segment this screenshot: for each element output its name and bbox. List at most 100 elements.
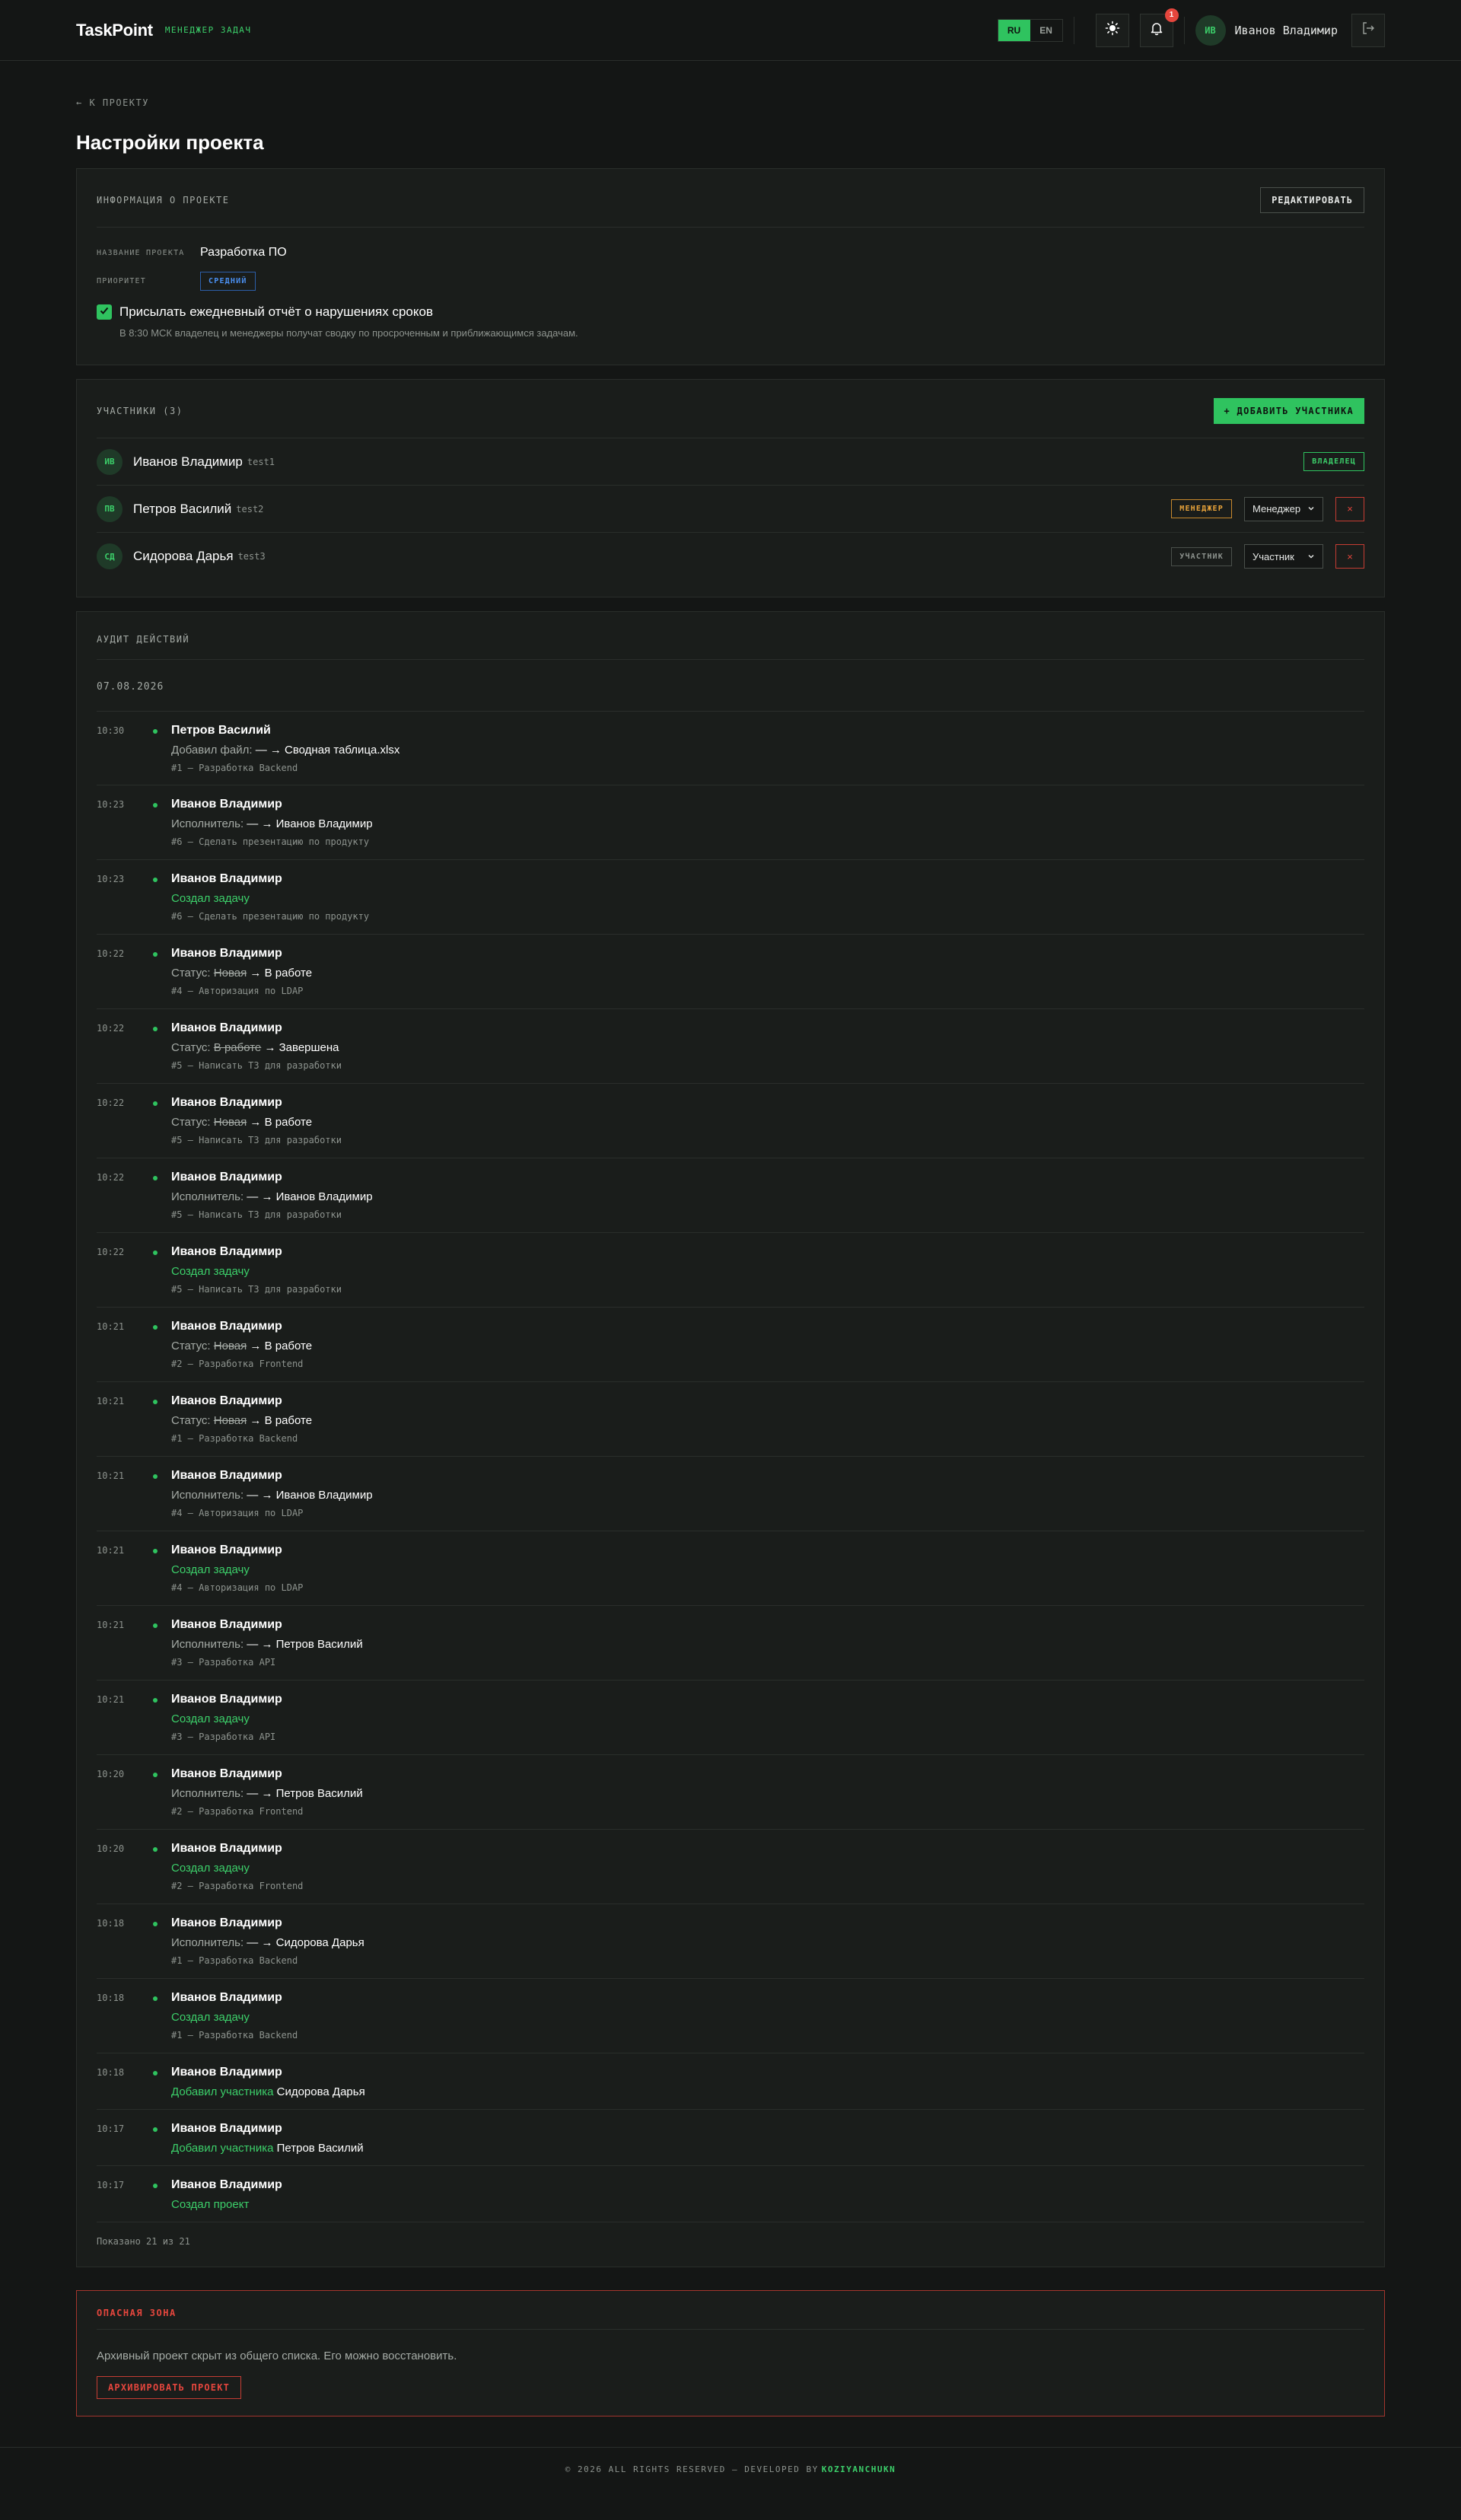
audit-body: Иванов Владимир Создал задачу #5 — Написат… [171,1245,1364,1296]
daily-report-label: Присылать ежедневный отчёт о нарушениях … [119,304,433,319]
audit-description: Создал задачу [171,892,1364,905]
audit-description: Создал проект [171,2198,1364,2211]
audit-entry: 10:22 Иванов Владимир Статус: Новая → В ра… [97,1084,1364,1158]
top-bar: TaskPoint МЕНЕДЖЕР ЗАДАЧ RU EN 1 ИВ Иван… [0,0,1461,61]
audit-target: Петров Василий [276,2142,364,2155]
archive-project-button[interactable]: АРХИВИРОВАТЬ ПРОЕКТ [97,2376,242,2399]
audit-user: Иванов Владимир [171,1693,282,1706]
audit-task-link[interactable]: #1 — Разработка Backend [171,763,1364,773]
audit-entry: 10:21 Иванов Владимир Создал задачу #4 — Ав… [97,1531,1364,1606]
audit-description: Статус: Новая → В работе [171,1340,1364,1352]
member-name: Петров Василий [133,501,232,516]
user-menu[interactable]: ИВ Иванов Владимир [1195,14,1338,46]
audit-new-value: Петров Василий [275,1787,363,1800]
audit-arrow: → [264,1041,276,1054]
audit-new-value: В работе [264,1414,313,1427]
audit-user: Иванов Владимир [171,872,282,885]
audit-entry: 10:30 Петров Василий Добавил файл: — → Сво… [97,711,1364,785]
audit-field: Добавил файл: [171,744,253,757]
audit-user: Иванов Владимир [171,798,282,811]
logo[interactable]: TaskPoint [76,21,153,40]
audit-target: Сидорова Дарья [276,2085,365,2098]
audit-task-link[interactable]: #3 — Разработка API [171,1732,1364,1742]
audit-action: Создал задачу [171,1265,250,1278]
audit-dot [153,1698,158,1703]
audit-user: Иванов Владимир [171,1096,282,1109]
audit-field: Исполнитель: [171,1190,244,1203]
audit-task-link[interactable]: #5 — Написать ТЗ для разработки [171,1135,1364,1145]
audit-action: Создал задачу [171,2011,250,2024]
audit-task-link[interactable]: #2 — Разработка Frontend [171,1881,1364,1891]
audit-body: Иванов Владимир Исполнитель: — → Петров В… [171,1618,1364,1669]
daily-report-option: Присылать ежедневный отчёт о нарушениях … [97,304,1364,320]
audit-task-link[interactable]: #4 — Авторизация по LDAP [171,1582,1364,1593]
audit-task-link[interactable]: #5 — Написать ТЗ для разработки [171,1060,1364,1071]
audit-field: Статус: [171,1340,211,1352]
audit-task-link[interactable]: #5 — Написать ТЗ для разработки [171,1209,1364,1220]
audit-user: Иванов Владимир [171,1320,282,1333]
chevron-down-icon [1307,551,1315,562]
audit-entry: 10:22 Иванов Владимир Статус: В работе → З… [97,1009,1364,1084]
audit-task-link[interactable]: #1 — Разработка Backend [171,1955,1364,1966]
audit-task-link[interactable]: #2 — Разработка Frontend [171,1359,1364,1369]
back-link[interactable]: ← К ПРОЕКТУ [76,97,1385,108]
theme-toggle-button[interactable] [1095,13,1129,47]
audit-time: 10:21 [97,1321,125,1332]
audit-time: 10:17 [97,2123,125,2134]
audit-task-link[interactable]: #5 — Написать ТЗ для разработки [171,1284,1364,1295]
author-link[interactable]: KOZIYANCHUKN [822,2464,896,2474]
divider [97,227,1364,228]
notification-count-badge: 1 [1164,8,1179,22]
daily-report-checkbox[interactable] [97,304,112,320]
audit-count: Показано 21 из 21 [97,2236,190,2247]
audit-task-link[interactable]: #4 — Авторизация по LDAP [171,986,1364,996]
audit-description: Создал задачу [171,1862,1364,1875]
member-row: ПВ Петров Василий test2 МЕНЕДЖЕР Менедже… [97,486,1364,533]
audit-old-value: Новая [213,1116,247,1129]
audit-dot [153,1773,158,1777]
audit-description: Исполнитель: — → Сидорова Дарья [171,1936,1364,1949]
audit-new-value: В работе [264,1116,313,1129]
role-select[interactable]: Участник [1244,544,1323,569]
role-badge: УЧАСТНИК [1171,546,1232,566]
section-title: УЧАСТНИКИ (3) [97,406,183,416]
sun-icon [1105,21,1120,40]
audit-task-link[interactable]: #1 — Разработка Backend [171,2030,1364,2041]
role-select[interactable]: Менеджер [1244,496,1323,521]
audit-body: Иванов Владимир Создал задачу #3 — Разрабо… [171,1693,1364,1744]
audit-task-link[interactable]: #4 — Авторизация по LDAP [171,1508,1364,1518]
lang-ru-button[interactable]: RU [998,19,1030,41]
audit-body: Иванов Владимир Статус: Новая → В работе #… [171,1096,1364,1147]
add-member-button[interactable]: + ДОБАВИТЬ УЧАСТНИКА [1213,398,1364,424]
logout-button[interactable] [1351,13,1385,47]
audit-list: 10:30 Петров Василий Добавил файл: — → Сво… [97,711,1364,2222]
header-actions: RU EN 1 ИВ Иванов Владимир [997,8,1385,47]
audit-time: 10:18 [97,1993,125,2003]
audit-time: 10:22 [97,1172,125,1183]
section-title: ИНФОРМАЦИЯ О ПРОЕКТЕ [97,195,230,205]
audit-task-link[interactable]: #1 — Разработка Backend [171,1433,1364,1444]
remove-member-button[interactable]: × [1335,544,1364,569]
audit-entry: 10:18 Иванов Владимир Исполнитель: — → Сид… [97,1904,1364,1979]
avatar: ИВ [97,448,123,475]
audit-user: Иванов Владимир [171,1767,282,1780]
notifications-button[interactable]: 1 [1139,8,1179,47]
audit-description: Исполнитель: — → Петров Василий [171,1638,1364,1651]
danger-zone: ОПАСНАЯ ЗОНА Архивный проект скрыт из об… [76,2290,1385,2416]
audit-description: Добавил участника Сидорова Дарья [171,2085,1364,2098]
audit-dot [153,1176,158,1180]
audit-task-link[interactable]: #2 — Разработка Frontend [171,1806,1364,1817]
audit-task-link[interactable]: #6 — Сделать презентацию по продукту [171,911,1364,922]
audit-entry: 10:23 Иванов Владимир Создал задачу #6 — Сд… [97,860,1364,935]
audit-body: Иванов Владимир Исполнитель: — → Иванов В… [171,1469,1364,1520]
audit-body: Иванов Владимир Создал задачу #2 — Разрабо… [171,1842,1364,1893]
audit-task-link[interactable]: #3 — Разработка API [171,1657,1364,1668]
audit-time: 10:21 [97,1396,125,1407]
audit-dot [153,2184,158,2188]
remove-member-button[interactable]: × [1335,496,1364,521]
audit-task-link[interactable]: #6 — Сделать презентацию по продукту [171,836,1364,847]
audit-field: Исполнитель: [171,1787,244,1800]
audit-entry: 10:17 Иванов Владимир Добавил участника Пе… [97,2110,1364,2166]
edit-button[interactable]: РЕДАКТИРОВАТЬ [1260,187,1364,213]
lang-en-button[interactable]: EN [1030,20,1062,41]
